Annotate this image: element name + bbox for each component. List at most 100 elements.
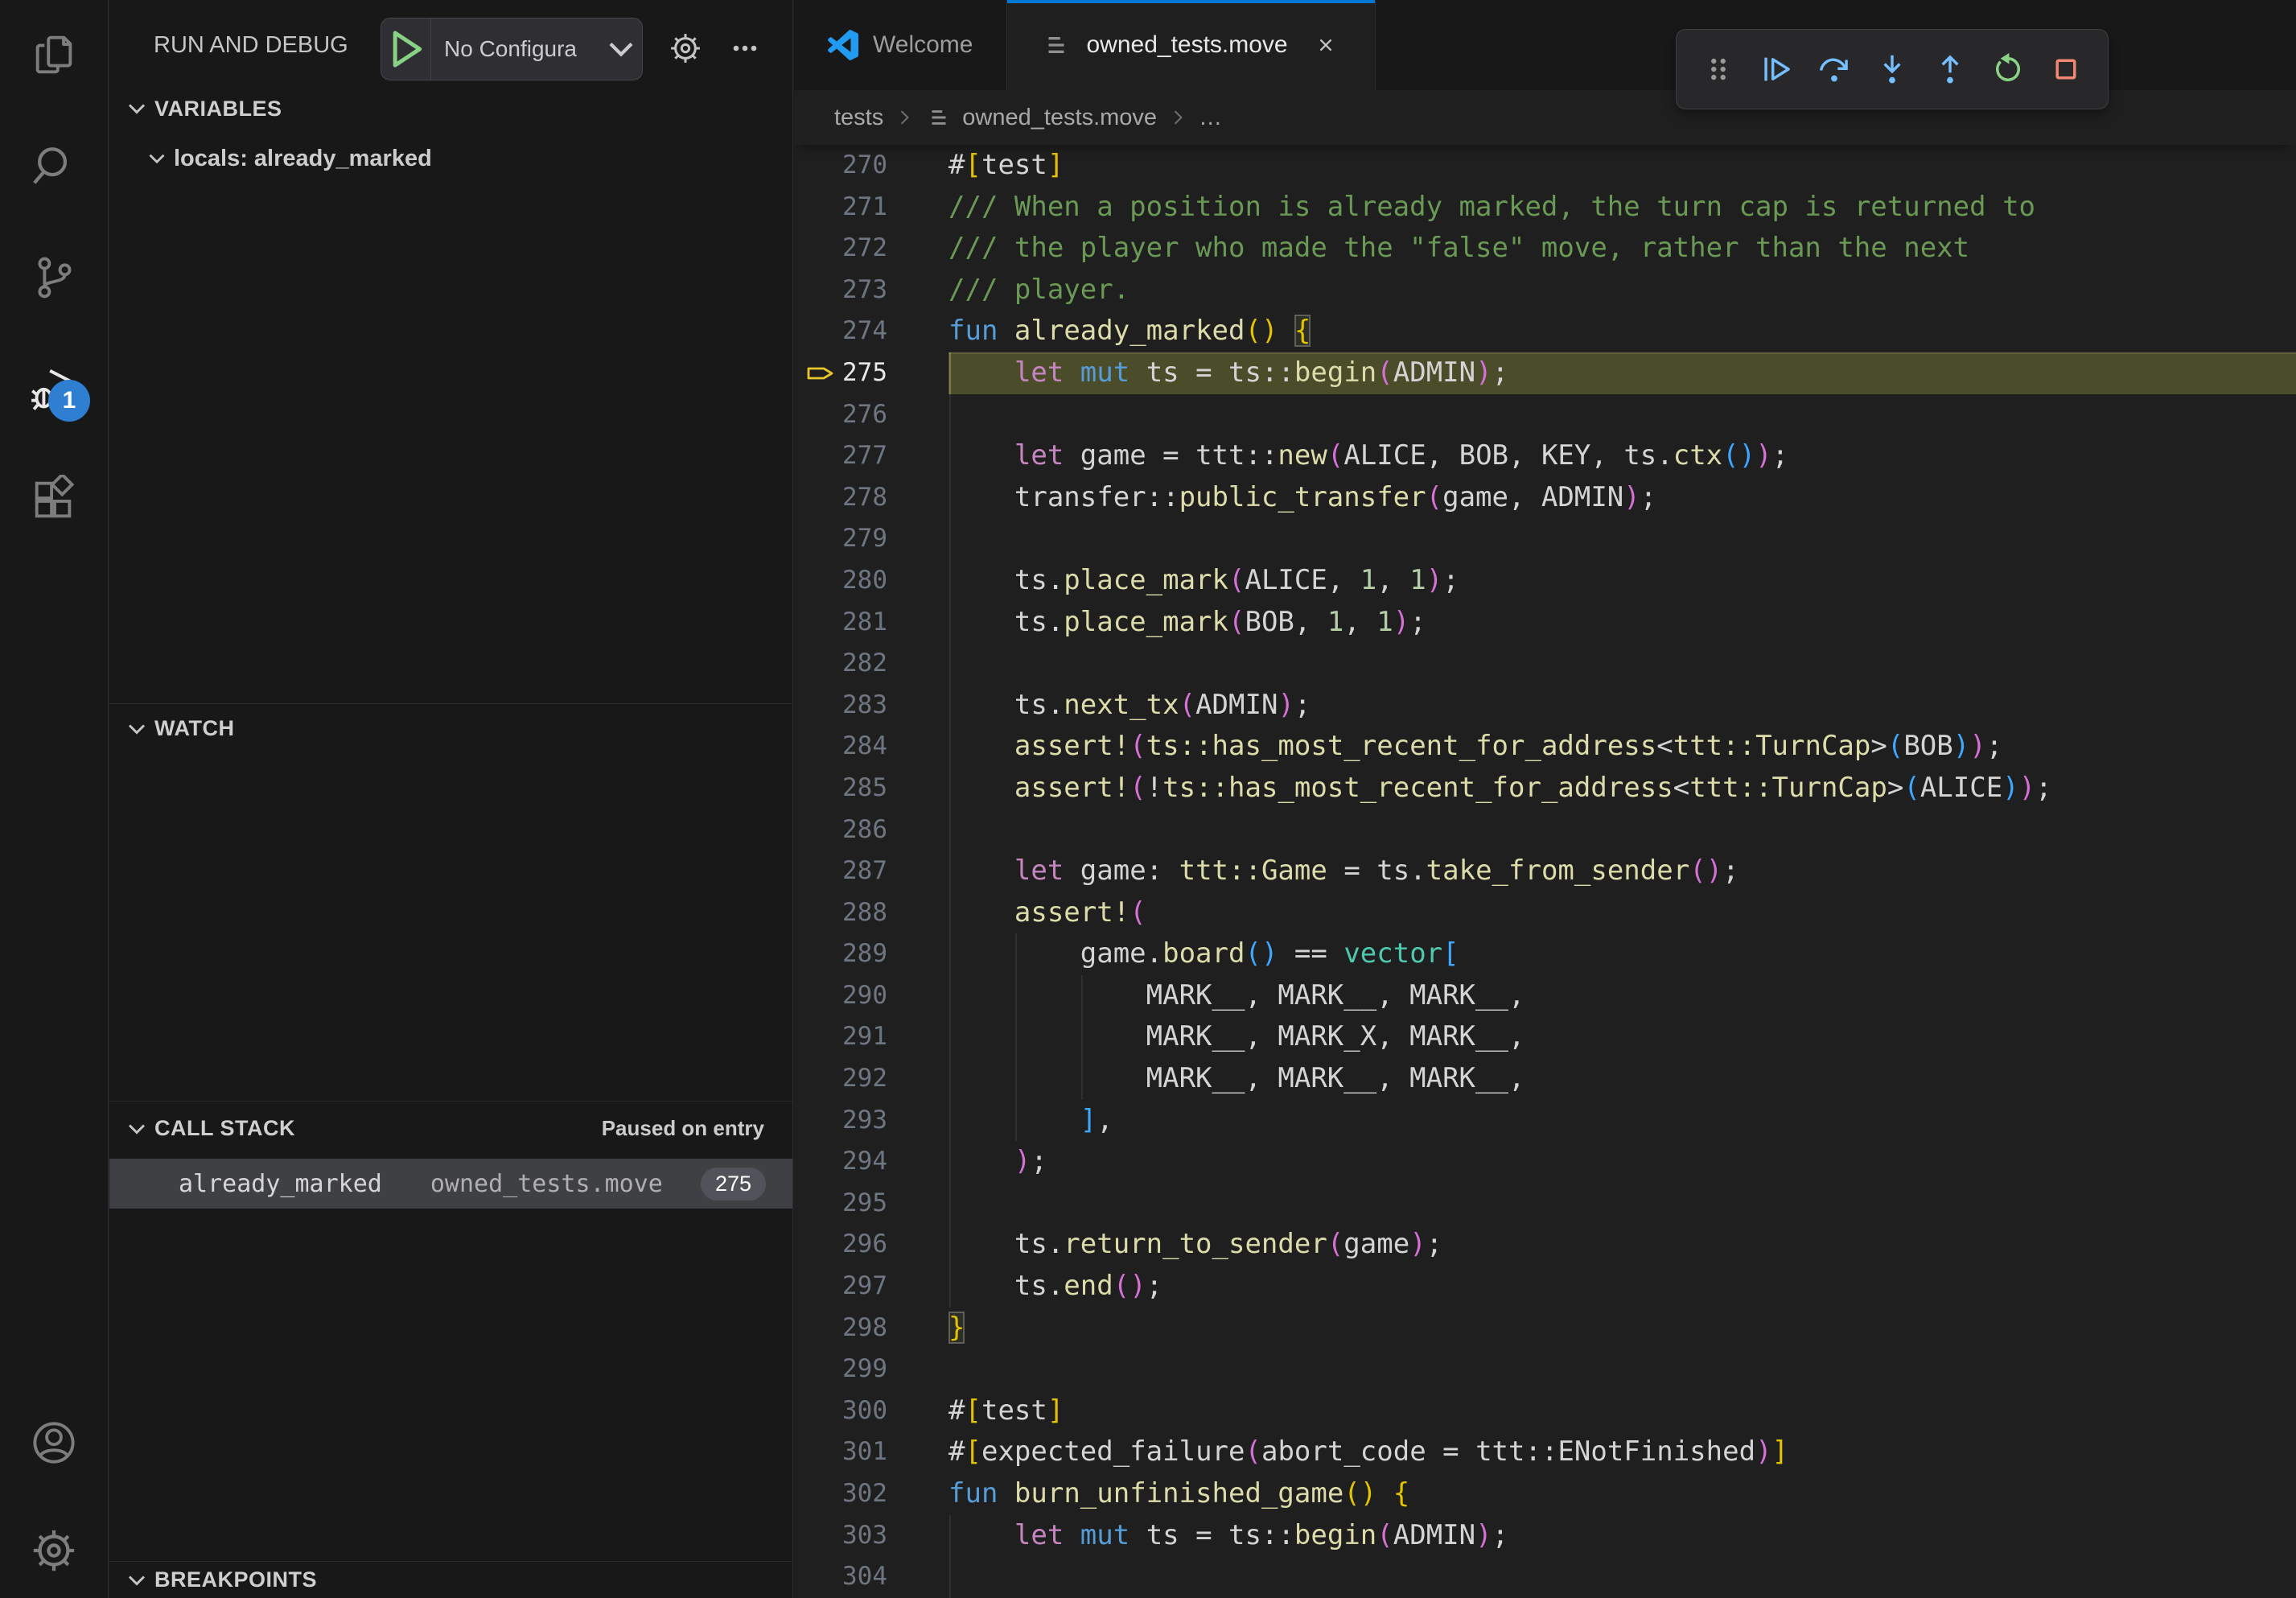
- code-line-content[interactable]: fun burn_unfinished_game() {: [948, 1473, 2296, 1515]
- drag-handle-button[interactable]: [1695, 43, 1742, 95]
- line-number[interactable]: 286: [842, 809, 887, 851]
- code-line-content[interactable]: }: [948, 1308, 2296, 1349]
- call-stack-section-header[interactable]: CALL STACK Paused on entry: [109, 1101, 792, 1155]
- variables-section-header[interactable]: VARIABLES: [109, 87, 792, 130]
- line-number[interactable]: 303: [842, 1515, 887, 1557]
- breakpoint-gutter[interactable]: [794, 1266, 842, 1308]
- code-line-content[interactable]: /// player.: [948, 270, 2296, 311]
- code-line-content[interactable]: #[expected_failure(abort_code = ttt::ENo…: [948, 1431, 2296, 1473]
- code-line-content[interactable]: [948, 809, 2296, 851]
- tab-welcome[interactable]: Welcome: [794, 0, 1007, 90]
- line-number[interactable]: 304: [842, 1556, 887, 1598]
- activity-settings[interactable]: [29, 1526, 79, 1575]
- activity-search[interactable]: [29, 142, 79, 192]
- code-line-content[interactable]: let game: ttt::Game = ts.take_from_sende…: [948, 850, 2296, 892]
- breakpoint-gutter[interactable]: [794, 1183, 842, 1225]
- line-number[interactable]: 281: [842, 602, 887, 644]
- variables-scope-row[interactable]: locals: already_marked: [109, 135, 792, 182]
- line-number[interactable]: 302: [842, 1473, 887, 1515]
- breadcrumb-item[interactable]: owned_tests.move: [925, 104, 1157, 131]
- code-line-content[interactable]: );: [948, 1141, 2296, 1183]
- line-number[interactable]: 295: [842, 1183, 887, 1225]
- step-into-button[interactable]: [1869, 43, 1915, 95]
- code-line-content[interactable]: assert!(: [948, 892, 2296, 934]
- breakpoint-gutter[interactable]: [794, 1390, 842, 1432]
- code-line-content[interactable]: [948, 1349, 2296, 1390]
- line-number[interactable]: 287: [842, 850, 887, 892]
- line-number[interactable]: 282: [842, 643, 887, 685]
- code-line-content[interactable]: MARK__, MARK__, MARK__,: [948, 975, 2296, 1017]
- activity-account[interactable]: [29, 1418, 79, 1468]
- line-number[interactable]: 279: [842, 518, 887, 560]
- line-number[interactable]: 273: [842, 270, 887, 311]
- breakpoint-gutter[interactable]: [794, 1058, 842, 1100]
- code-line-content[interactable]: [948, 394, 2296, 436]
- breakpoint-gutter[interactable]: [794, 643, 842, 685]
- line-number[interactable]: 284: [842, 726, 887, 768]
- code-line-content[interactable]: ts.place_mark(ALICE, 1, 1);: [948, 560, 2296, 602]
- tab-owned-tests-move[interactable]: owned_tests.move: [1007, 0, 1375, 90]
- code-line-content[interactable]: MARK__, MARK__, MARK__,: [948, 1058, 2296, 1100]
- code-line-content[interactable]: fun already_marked() {: [948, 311, 2296, 352]
- breakpoint-gutter[interactable]: [794, 1016, 842, 1058]
- line-number[interactable]: 274: [842, 311, 887, 352]
- code-line-content[interactable]: let mut ts = ts::begin(ADMIN);: [948, 1515, 2296, 1557]
- line-number[interactable]: 294: [842, 1141, 887, 1183]
- line-number[interactable]: 301: [842, 1431, 887, 1473]
- breakpoint-gutter[interactable]: [794, 1515, 842, 1557]
- breakpoint-gutter[interactable]: [794, 1224, 842, 1266]
- line-number[interactable]: 271: [842, 187, 887, 229]
- code-line-content[interactable]: /// the player who made the "false" move…: [948, 228, 2296, 270]
- breakpoint-gutter[interactable]: [794, 311, 842, 352]
- breakpoint-gutter[interactable]: [794, 602, 842, 644]
- activity-explorer[interactable]: [29, 31, 79, 80]
- line-number[interactable]: 288: [842, 892, 887, 934]
- breakpoints-section-header[interactable]: BREAKPOINTS: [109, 1561, 792, 1598]
- breakpoint-gutter[interactable]: [794, 1431, 842, 1473]
- continue-button[interactable]: [1753, 43, 1800, 95]
- breakpoint-gutter[interactable]: [794, 685, 842, 727]
- line-number[interactable]: 298: [842, 1308, 887, 1349]
- code-line-content[interactable]: /// When a position is already marked, t…: [948, 187, 2296, 229]
- breakpoint-gutter[interactable]: [794, 145, 842, 187]
- breakpoint-gutter[interactable]: [794, 726, 842, 768]
- step-over-button[interactable]: [1811, 43, 1858, 95]
- line-number[interactable]: 299: [842, 1349, 887, 1390]
- debug-settings-gear-icon[interactable]: [663, 26, 708, 71]
- code-editor[interactable]: 270 #[test] 271 /// When a position is alre…: [794, 145, 2296, 1598]
- code-line-content[interactable]: ts.place_mark(BOB, 1, 1);: [948, 602, 2296, 644]
- breadcrumb-item[interactable]: …: [1199, 105, 1222, 131]
- line-number[interactable]: 283: [842, 685, 887, 727]
- breakpoint-gutter[interactable]: [794, 768, 842, 809]
- breakpoint-gutter[interactable]: [794, 1308, 842, 1349]
- restart-button[interactable]: [1985, 43, 2031, 95]
- breakpoint-gutter[interactable]: [794, 435, 842, 477]
- breakpoint-gutter[interactable]: [794, 270, 842, 311]
- breadcrumb-item[interactable]: tests: [834, 105, 883, 131]
- breakpoint-gutter[interactable]: [794, 809, 842, 851]
- line-number[interactable]: 276: [842, 394, 887, 436]
- activity-extensions[interactable]: [29, 475, 79, 525]
- line-number[interactable]: 280: [842, 560, 887, 602]
- line-number[interactable]: 277: [842, 435, 887, 477]
- code-line-content[interactable]: transfer::public_transfer(game, ADMIN);: [948, 477, 2296, 519]
- line-number[interactable]: 296: [842, 1224, 887, 1266]
- activity-source-control[interactable]: [29, 253, 79, 303]
- step-out-button[interactable]: [1927, 43, 1973, 95]
- code-line-content[interactable]: assert!(!ts::has_most_recent_for_address…: [948, 768, 2296, 809]
- line-number[interactable]: 297: [842, 1266, 887, 1308]
- code-line-content[interactable]: #[test]: [948, 145, 2296, 187]
- code-line-content[interactable]: let mut ts = ts::begin(ADMIN);: [948, 352, 2296, 394]
- start-debugging-button[interactable]: [381, 19, 431, 80]
- breakpoint-gutter[interactable]: [794, 1473, 842, 1515]
- code-line-content[interactable]: MARK__, MARK_X, MARK__,: [948, 1016, 2296, 1058]
- breakpoint-gutter[interactable]: [794, 187, 842, 229]
- breakpoint-gutter[interactable]: [794, 1100, 842, 1142]
- close-icon[interactable]: [1311, 30, 1341, 60]
- breakpoint-gutter[interactable]: [794, 477, 842, 519]
- code-line-content[interactable]: [948, 1556, 2296, 1598]
- line-number[interactable]: 270: [842, 145, 887, 187]
- line-number[interactable]: 292: [842, 1058, 887, 1100]
- code-line-content[interactable]: #[test]: [948, 1390, 2296, 1432]
- breakpoint-gutter[interactable]: [794, 394, 842, 436]
